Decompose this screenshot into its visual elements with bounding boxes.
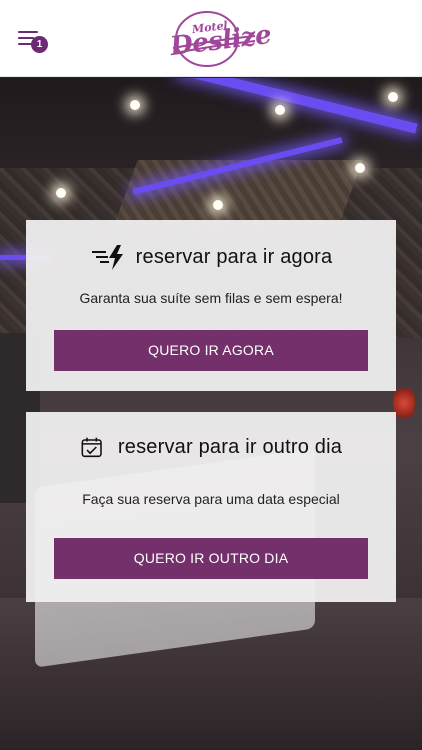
app-header: 1 Motel Deslize: [0, 0, 422, 77]
fast-lightning-icon: [91, 245, 123, 270]
ceiling-spotlight: [275, 105, 285, 115]
ceiling: [0, 78, 422, 168]
motel-logo: Motel Deslize: [165, 10, 273, 68]
ceiling-spotlight: [56, 188, 66, 198]
menu-button[interactable]: 1: [18, 31, 50, 55]
notification-badge: 1: [31, 36, 48, 53]
card-title: reservar para ir outro dia: [117, 435, 343, 458]
card-title: reservar para ir agora: [135, 245, 333, 268]
hamburger-menu-icon: [18, 31, 38, 33]
calendar-check-icon: [81, 437, 102, 458]
ceiling-spotlight: [130, 100, 140, 110]
decor-bottle: [393, 383, 415, 423]
card-header: reservar para ir outro dia: [26, 432, 396, 462]
ceiling-spotlight: [388, 92, 398, 102]
card-header: reservar para ir agora: [26, 242, 396, 272]
go-now-button[interactable]: QUERO IR AGORA: [54, 330, 368, 371]
card-subtitle: Garanta sua suíte sem filas e sem espera…: [79, 290, 343, 306]
reserve-other-day-card: reservar para ir outro dia Faça sua rese…: [26, 412, 396, 602]
reserve-now-card: reservar para ir agora Garanta sua suíte…: [26, 220, 396, 391]
go-other-day-button[interactable]: QUERO IR OUTRO DIA: [54, 538, 368, 579]
ceiling-spotlight: [355, 163, 365, 173]
ceiling-spotlight: [213, 200, 223, 210]
card-subtitle: Faça sua reserva para uma data especial: [82, 491, 340, 507]
